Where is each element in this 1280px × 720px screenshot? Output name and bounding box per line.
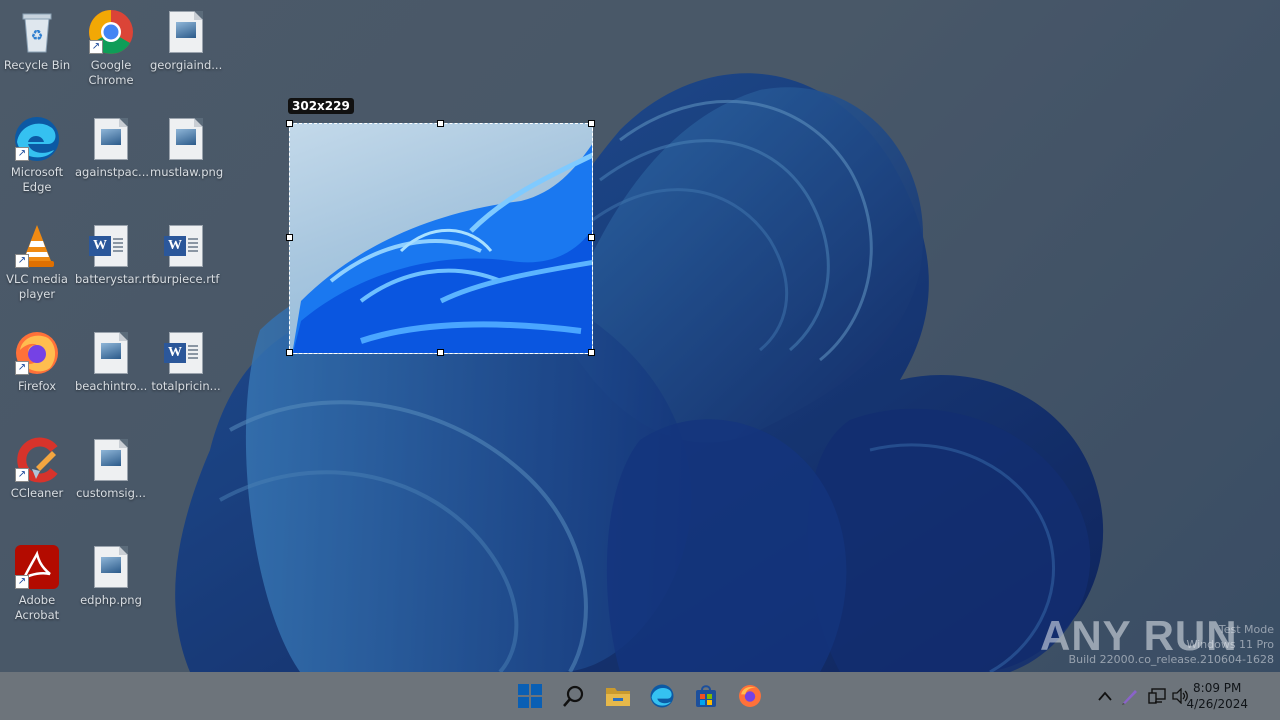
- image-file-icon: [87, 543, 135, 591]
- resize-handle-bottom-right[interactable]: [588, 349, 595, 356]
- desktop-icon-againstpac[interactable]: againstpac...: [75, 115, 149, 180]
- store-icon: [696, 685, 716, 707]
- vlc-icon: ↗: [13, 222, 61, 270]
- resize-handle-right[interactable]: [588, 234, 595, 241]
- shortcut-arrow-icon: ↗: [15, 361, 29, 375]
- resize-handle-top[interactable]: [437, 120, 444, 127]
- edge-icon: [650, 684, 674, 708]
- search-button[interactable]: [558, 680, 590, 712]
- desktop-icon-recycle-bin[interactable]: ♻ Recycle Bin: [1, 8, 73, 73]
- image-file-icon: [87, 436, 135, 484]
- desktop-icon-adobe-acrobat[interactable]: ↗ Adobe Acrobat: [1, 543, 73, 623]
- pen-icon: [1122, 690, 1137, 705]
- anyrun-logo: ANY RUN: [1040, 612, 1238, 659]
- resize-handle-top-left[interactable]: [286, 120, 293, 127]
- clock-date: 4/26/2024: [1186, 697, 1248, 711]
- firefox-icon: [739, 685, 761, 707]
- start-icon: [518, 684, 542, 708]
- desktop-icon-firefox[interactable]: ↗ Firefox: [1, 329, 73, 394]
- resize-handle-bottom[interactable]: [437, 349, 444, 356]
- recycle-bin-icon: ♻: [13, 8, 61, 56]
- edge-icon: ↗: [13, 115, 61, 163]
- search-icon: [563, 685, 584, 707]
- clock-time: 8:09 PM: [1193, 681, 1242, 695]
- shortcut-arrow-icon: ↗: [89, 40, 103, 54]
- clock-button[interactable]: 8:09 PM 4/26/2024: [1186, 680, 1248, 712]
- word-doc-icon: W: [162, 222, 210, 270]
- acrobat-icon: ↗: [13, 543, 61, 591]
- desktop-icon-microsoft-edge[interactable]: ↗ Microsoft Edge: [1, 115, 73, 195]
- shortcut-arrow-icon: ↗: [15, 147, 29, 161]
- chevron-up-icon: [1098, 691, 1112, 701]
- file-explorer-icon: [606, 688, 630, 706]
- shortcut-arrow-icon: ↗: [15, 575, 29, 589]
- svg-text:♻: ♻: [31, 28, 44, 44]
- shortcut-arrow-icon: ↗: [15, 254, 29, 268]
- firefox-icon: ↗: [13, 329, 61, 377]
- screenshot-selection-region[interactable]: [289, 123, 593, 354]
- image-file-icon: [162, 115, 210, 163]
- selection-size-label: 302x229: [288, 98, 354, 114]
- file-explorer-button[interactable]: [602, 680, 634, 712]
- word-doc-icon: W: [162, 329, 210, 377]
- shortcut-arrow-icon: ↗: [15, 468, 29, 482]
- ccleaner-icon: ↗: [13, 436, 61, 484]
- network-tray-button[interactable]: [1146, 672, 1168, 720]
- desktop-icon-google-chrome[interactable]: ↗ Google Chrome: [75, 8, 147, 88]
- selection-wallpaper-preview: [292, 144, 592, 353]
- store-button[interactable]: [690, 680, 722, 712]
- desktop-icon-edphp[interactable]: edphp.png: [75, 543, 147, 608]
- desktop-icon-customsig[interactable]: customsig...: [75, 436, 147, 501]
- desktop-icon-vlc-media-player[interactable]: ↗ VLC media player: [1, 222, 73, 302]
- word-doc-icon: W: [87, 222, 135, 270]
- desktop-icon-batterystar[interactable]: W batterystar.rtf: [75, 222, 155, 287]
- pen-tray-button[interactable]: [1118, 672, 1142, 720]
- resize-handle-left[interactable]: [286, 234, 293, 241]
- edge-taskbar-button[interactable]: [646, 680, 678, 712]
- resize-handle-top-right[interactable]: [588, 120, 595, 127]
- desktop-icon-ccleaner[interactable]: ↗ CCleaner: [1, 436, 73, 501]
- desktop-icon-georgiaind[interactable]: georgiaind...: [150, 8, 222, 73]
- desktop-icon-ourpiece[interactable]: W ourpiece.rtf: [150, 222, 222, 287]
- network-icon: [1148, 688, 1166, 704]
- desktop-icon-mustlaw[interactable]: mustlaw.png: [150, 115, 223, 180]
- chrome-icon: ↗: [87, 8, 135, 56]
- resize-handle-bottom-left[interactable]: [286, 349, 293, 356]
- firefox-taskbar-button[interactable]: [734, 680, 766, 712]
- show-hidden-icons-button[interactable]: [1094, 672, 1116, 720]
- image-file-icon: [87, 115, 135, 163]
- desktop-icon-beachintro[interactable]: beachintro...: [75, 329, 147, 394]
- desktop-icon-totalpricin[interactable]: W totalpricin...: [150, 329, 222, 394]
- image-file-icon: [87, 329, 135, 377]
- image-file-icon: [162, 8, 210, 56]
- start-button[interactable]: [514, 680, 546, 712]
- taskbar: 8:09 PM 4/26/2024: [0, 672, 1280, 720]
